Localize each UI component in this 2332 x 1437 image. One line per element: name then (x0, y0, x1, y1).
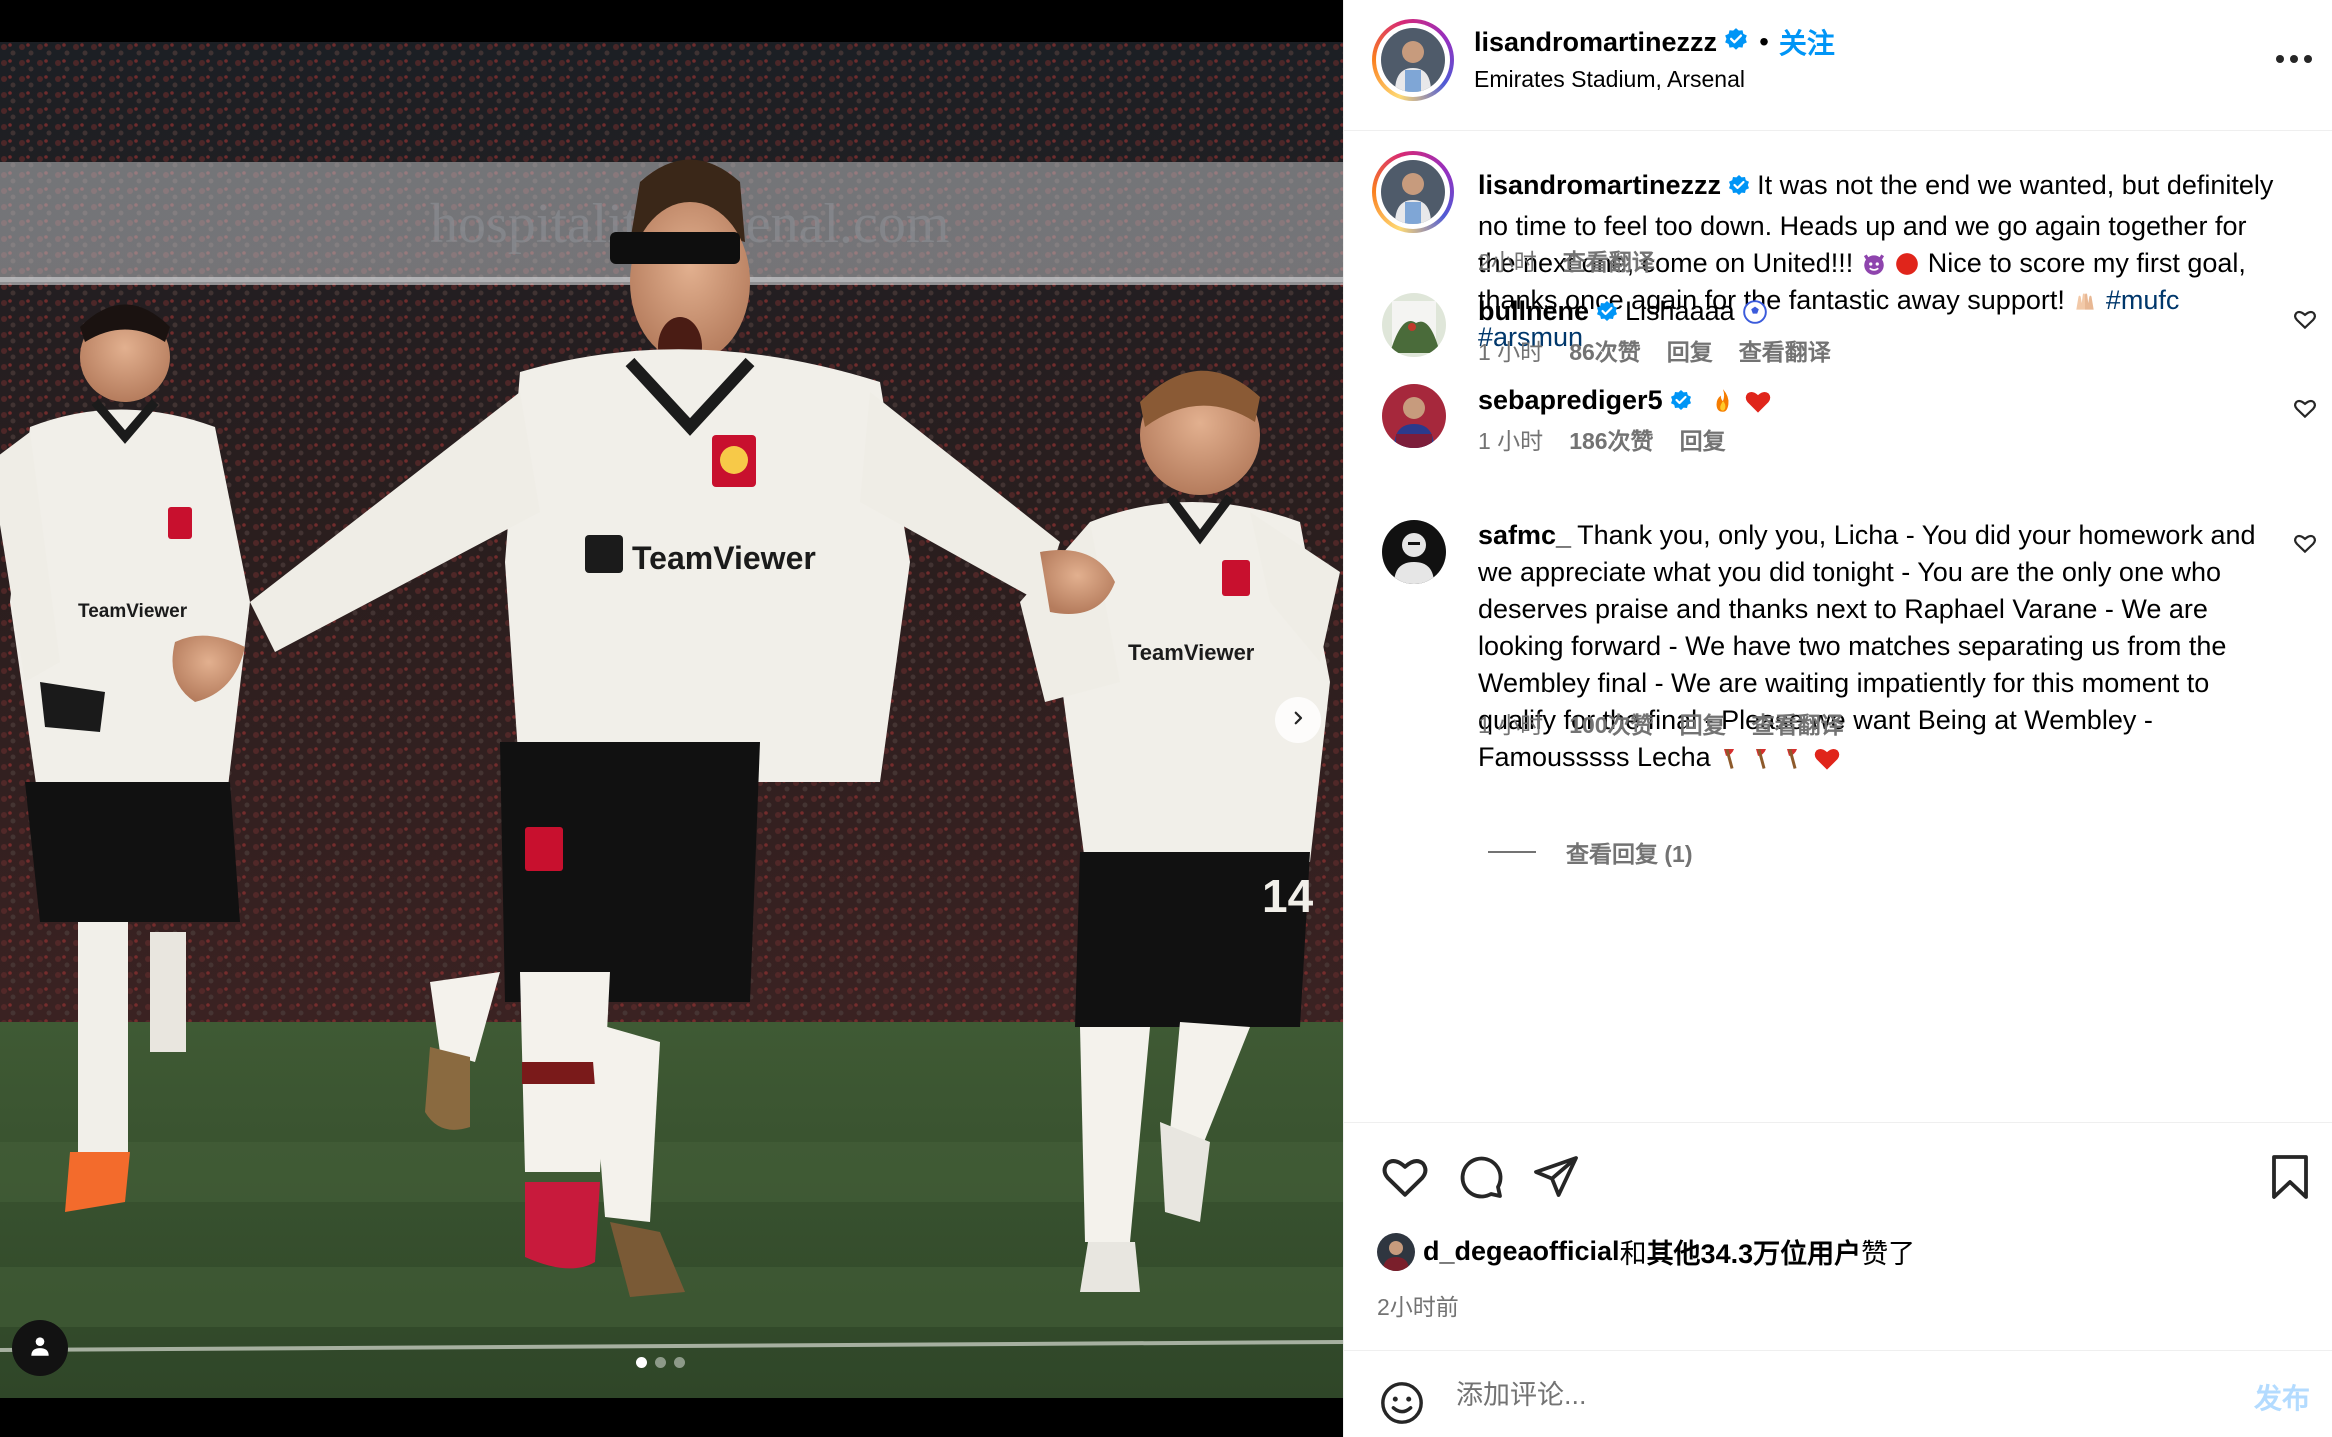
view-replies-label: 查看回复 (1) (1566, 841, 1693, 867)
comment-meta: 1 小时 100次赞 回复 查看翻译 (1478, 706, 1844, 740)
comment-body: bullnene Lishaaaa (1478, 293, 2290, 334)
bookmark-icon (2269, 1155, 2311, 1205)
translate-button[interactable]: 查看翻译 (1739, 333, 1831, 367)
fire-emoji-icon (1710, 385, 1736, 415)
caption-avatar (1381, 160, 1445, 224)
comment-body: sebaprediger5 (1478, 382, 2290, 423)
comment-time[interactable]: 1 小时 (1478, 333, 1543, 367)
devil-emoji-icon (1861, 248, 1887, 278)
carousel-dot (674, 1357, 685, 1368)
post-header: lisandromartinezzz • 关注 Emirates Stadium… (1344, 0, 2332, 131)
caption-username[interactable]: lisandromartinezzz (1478, 170, 1721, 200)
post-media: hospitality arsenal.com TeamViewer TeamV… (0, 0, 1343, 1437)
like-button[interactable] (1380, 1153, 1430, 1204)
heart-outline-icon (2292, 310, 2318, 336)
comment-icon (1457, 1156, 1505, 1205)
caption-meta: 2小时 查看翻译 (1478, 243, 1655, 277)
post-comment-button[interactable]: 发布 (2254, 1377, 2310, 1417)
likes-count[interactable]: 其他34.3万位用户 (1647, 1232, 1862, 1271)
author-username[interactable]: lisandromartinezzz (1474, 27, 1717, 58)
heart-icon (1380, 1159, 1430, 1203)
chevron-right-icon (1289, 709, 1307, 732)
reply-button[interactable]: 回复 (1680, 706, 1726, 740)
post-location[interactable]: Emirates Stadium, Arsenal (1474, 66, 1745, 93)
red-heart-emoji-icon (1813, 742, 1841, 772)
carousel-dot-active (636, 1357, 647, 1368)
comment-meta: 1 小时 186次赞 回复 (1478, 422, 1726, 456)
caption-time[interactable]: 2小时 (1478, 243, 1537, 277)
post-photo[interactable]: hospitality arsenal.com TeamViewer TeamV… (0, 42, 1343, 1398)
comment-like-count[interactable]: 100次赞 (1569, 706, 1653, 740)
post-timestamp[interactable]: 2小时前 (1377, 1288, 1459, 1322)
reply-button[interactable]: 回复 (1680, 422, 1726, 456)
verified-badge-icon (1595, 297, 1619, 334)
likes-summary: d_degeaofficial 和其他34.3万位用户 赞了 (1377, 1232, 1915, 1271)
svg-text:TeamViewer: TeamViewer (78, 601, 188, 622)
like-comment-button[interactable] (2292, 395, 2318, 426)
carousel-next-button[interactable] (1275, 697, 1321, 743)
liker-username[interactable]: d_degeaofficial (1423, 1236, 1620, 1267)
comment-time[interactable]: 1 小时 (1478, 422, 1543, 456)
commenter-avatar[interactable] (1382, 384, 1446, 448)
heart-outline-icon (2292, 399, 2318, 425)
comment-like-count[interactable]: 86次赞 (1569, 333, 1641, 367)
add-comment-bar: 发布 (1344, 1350, 2332, 1437)
translate-button[interactable]: 查看翻译 (1752, 706, 1844, 740)
heart-outline-icon (2292, 534, 2318, 560)
axe-emoji-icon (1718, 742, 1742, 772)
commenter-username[interactable]: sebaprediger5 (1478, 385, 1663, 415)
red-circle-emoji-icon (1894, 248, 1920, 278)
more-horizontal-icon (2274, 52, 2314, 69)
share-icon (1532, 1156, 1580, 1205)
comment-meta: 1 小时 86次赞 回复 查看翻译 (1478, 333, 1831, 367)
celebration-photo: hospitality arsenal.com TeamViewer TeamV… (0, 42, 1343, 1398)
red-heart-emoji-icon (1744, 385, 1772, 415)
reply-button[interactable]: 回复 (1667, 333, 1713, 367)
post-actions: d_degeaofficial 和其他34.3万位用户 赞了 2小时前 (1344, 1122, 2332, 1352)
axe-emoji-icon (1781, 742, 1805, 772)
caption-translate-button[interactable]: 查看翻译 (1563, 243, 1655, 277)
header-separator: • (1759, 26, 1769, 57)
svg-text:TeamViewer: TeamViewer (1128, 640, 1255, 665)
likes-suffix: 赞了 (1861, 1239, 1916, 1269)
save-button[interactable] (2269, 1153, 2311, 1206)
emoji-picker-button[interactable] (1379, 1380, 1425, 1431)
follow-button[interactable]: 关注 (1779, 22, 1835, 62)
comment-like-count[interactable]: 186次赞 (1569, 422, 1653, 456)
verified-badge-icon (1669, 386, 1693, 423)
user-tag-icon (27, 1333, 53, 1364)
commenter-avatar[interactable] (1382, 293, 1446, 357)
verified-badge-icon (1723, 27, 1749, 58)
liker-avatar[interactable] (1377, 1232, 1415, 1271)
like-comment-button[interactable] (2292, 530, 2318, 561)
tagged-users-button[interactable] (12, 1320, 68, 1376)
smiley-icon (1379, 1382, 1425, 1430)
svg-text:TeamViewer: TeamViewer (632, 540, 816, 576)
comment-button[interactable] (1457, 1153, 1505, 1206)
soccer-ball-emoji-icon (1742, 296, 1768, 326)
view-replies-button[interactable]: 查看回复 (1) (1488, 835, 1693, 869)
caption-avatar-ring[interactable] (1372, 151, 1454, 233)
more-options-button[interactable] (2274, 52, 2314, 70)
verified-badge-icon (1727, 171, 1751, 208)
carousel-dot (655, 1357, 666, 1368)
svg-text:14: 14 (1262, 870, 1314, 922)
comments-section[interactable]: lisandromartinezzz It was not the end we … (1344, 131, 2332, 1122)
comment-time[interactable]: 1 小时 (1478, 706, 1543, 740)
comment-text: Lishaaaa (1625, 296, 1735, 326)
share-button[interactable] (1532, 1153, 1580, 1206)
like-comment-button[interactable] (2292, 306, 2318, 337)
carousel-indicator (636, 1357, 685, 1368)
author-avatar (1381, 28, 1445, 92)
likes-connector: 和 (1619, 1239, 1647, 1269)
commenter-username[interactable]: safmc_ (1478, 520, 1571, 550)
post-side-panel: lisandromartinezzz • 关注 Emirates Stadium… (1343, 0, 2332, 1437)
axe-emoji-icon (1750, 742, 1774, 772)
commenter-username[interactable]: bullnene (1478, 296, 1589, 326)
author-avatar-ring[interactable] (1372, 19, 1454, 101)
commenter-avatar[interactable] (1382, 520, 1446, 584)
replies-divider (1488, 851, 1536, 853)
comment-input[interactable] (1456, 1371, 2156, 1419)
